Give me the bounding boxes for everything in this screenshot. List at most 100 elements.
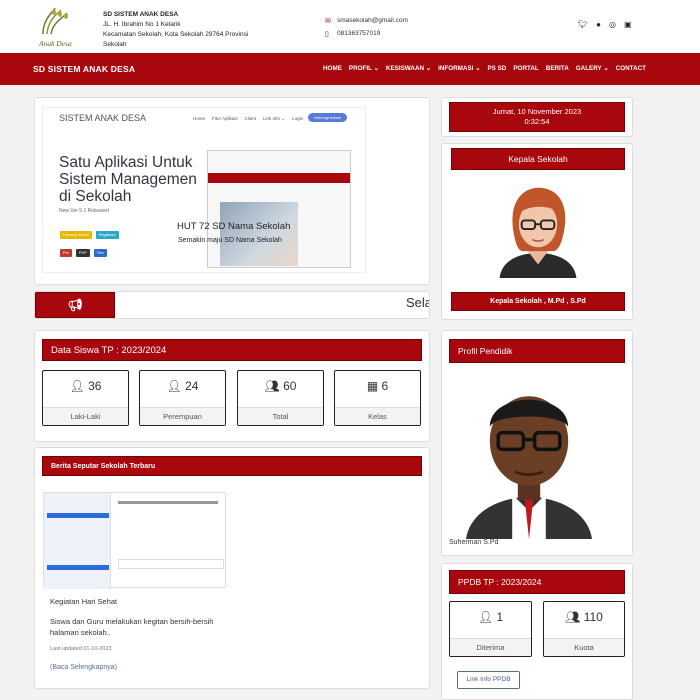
thumb-highlight [47, 565, 109, 570]
ppdb-stat-kuota: 👥︎ 110 Kuota [543, 601, 625, 657]
nav-item-home[interactable]: HOME [323, 65, 342, 72]
slide-caption-title: HUT 72 SD Nama Sekolah [177, 221, 291, 232]
stat-value: 36 [88, 379, 102, 393]
slide-nav: Home Fitur Aplikasi Client Link Info ⌄ L… [193, 116, 303, 122]
stat-value: 60 [283, 379, 297, 393]
principal-name: Kepala Sekolah , M.Pd , S.Pd [451, 292, 625, 311]
ticker-label: 📢︎ [35, 292, 115, 318]
users-icon: 👥︎ [264, 379, 280, 393]
slide-headline: Satu Aplikasi Untuk Sistem Managemen di … [59, 154, 197, 205]
slide-chip: Flex [93, 249, 107, 257]
nav-item-berita[interactable]: BERITA [546, 65, 569, 72]
principal-avatar [499, 187, 577, 278]
nav-item-portal[interactable]: PORTAL [513, 65, 538, 72]
time-text: 0:32:54 [524, 117, 550, 126]
school-info: SD SISTEM ANAK DESA JL. H. Ibrahim No 1 … [103, 10, 273, 50]
clock-display: Jumat, 10 November 2023 0:32:54 [449, 102, 625, 132]
address-line: Sekolah [103, 41, 127, 48]
preview-photo [220, 202, 298, 266]
ticker-text: Sela [406, 295, 430, 310]
ppdb-title: PPDB TP : 2023/2024 [449, 570, 625, 594]
preview-navbar [208, 173, 350, 183]
main-navbar: SD SISTEM ANAK DESA HOME PROFIL ⌄ KESISW… [0, 53, 700, 85]
stat-value: 1 [496, 610, 504, 624]
male-user-icon: 👤︎ [69, 379, 85, 393]
user-plus-icon: 👤︎ [477, 610, 494, 624]
stat-label: Total [238, 407, 323, 425]
slide-preview-screenshot [207, 150, 351, 268]
users-icon: 👥︎ [565, 610, 581, 624]
thumb-sidebar [44, 493, 111, 589]
nav-item-informasi[interactable]: INFORMASI ⌄ [438, 65, 480, 72]
linkedin-icon[interactable]: ▣ [624, 20, 632, 29]
address-line: Kecamatan Sekolah, Kota Sekolah 29764 Pr… [103, 31, 249, 38]
stat-label: Kelas [335, 407, 420, 425]
news-item-excerpt: Siswa dan Guru melakukan kegitan bersih-… [50, 616, 213, 638]
ppdb-info-link-button[interactable]: Link Info PPDB [457, 671, 520, 689]
email-link[interactable]: smasekolah@gmail.com [337, 17, 408, 24]
slide-contact-button: Hubungi Admin [308, 113, 348, 122]
phone-number: 081363757019 [337, 30, 381, 37]
nav-item-ps-sd[interactable]: PS SD [487, 65, 506, 72]
nav-item-galery[interactable]: GALERY ⌄ [576, 65, 609, 72]
news-thumbnail[interactable] [43, 492, 226, 589]
social-links: 🐦︎ ● ◎ ▣ [578, 20, 632, 29]
stat-label: Laki-Laki [43, 407, 128, 425]
contact-info: ✉ smasekolah@gmail.com ▯ 081363757019 [325, 14, 408, 40]
news-item-date: Last updated 01-10-2023 [50, 646, 112, 652]
nav-item-kesiswaan[interactable]: KESISWAAN ⌄ [386, 65, 431, 72]
stat-kelas: ▦ 6 Kelas [334, 370, 421, 426]
megaphone-icon: 📢︎ [67, 298, 83, 312]
slide-nav-item: Client [244, 116, 257, 121]
twitter-icon[interactable]: 🐦︎ [578, 20, 588, 29]
image-slider[interactable]: SISTEM ANAK DESA Home Fitur Aplikasi Cli… [42, 107, 366, 273]
slide-chip: Pro [60, 249, 72, 257]
stat-label: Perempuan [140, 407, 225, 425]
slide-chip: Hubungi Admin [60, 231, 92, 239]
stat-value: 110 [583, 610, 603, 624]
nav-brand[interactable]: SD SISTEM ANAK DESA [33, 64, 135, 74]
thumb-heading [118, 501, 218, 504]
phone-icon: ▯ [325, 30, 329, 38]
teacher-name: Suherman S.Pd [449, 539, 499, 546]
nav-item-profil[interactable]: PROFIL ⌄ [349, 65, 379, 72]
facebook-icon[interactable]: ● [596, 20, 601, 29]
ppdb-stat-diterima: 👤︎ 1 Diterima [449, 601, 532, 657]
slide-chip: Registrasi [95, 231, 119, 239]
slide-nav-item: Login [292, 116, 304, 121]
date-text: Jumat, 10 November 2023 [492, 107, 582, 116]
student-data-title: Data Siswa TP : 2023/2024 [42, 339, 422, 361]
female-user-icon: 👤︎ [166, 379, 182, 393]
slide-chips: Pro PHP Flex [60, 249, 107, 257]
news-ticker: 📢︎ Sela [34, 291, 430, 319]
top-info-bar: Anak Desa SD SISTEM ANAK DESA JL. H. Ibr… [0, 0, 700, 53]
news-title: Berita Seputar Sekolah Terbaru [42, 456, 422, 476]
slide-nav-item: Home [193, 116, 206, 121]
thumb-highlight [47, 513, 109, 518]
principal-card: Kepala Sekolah Kepala Sekolah , M.Pd , S… [441, 143, 633, 320]
svg-text:Anak Desa: Anak Desa [38, 39, 72, 48]
stat-value: 6 [381, 379, 389, 393]
stat-value: 24 [185, 379, 199, 393]
nav-item-contact[interactable]: CONTACT [616, 65, 646, 72]
news-item-title[interactable]: Kegiatan Hari Sehat [50, 597, 117, 606]
stat-label: Kuota [544, 638, 624, 656]
teacher-profile-title: Profil Pendidik [449, 339, 625, 363]
address-line: JL. H. Ibrahim No 1 Kelarik [103, 21, 181, 28]
excerpt-line: Siswa dan Guru melakukan kegitan bersih-… [50, 617, 214, 626]
teacher-profile-card: Profil Pendidik Suherman S.Pd [441, 330, 633, 556]
stat-total: 👥︎ 60 Total [237, 370, 324, 426]
school-logo: Anak Desa [38, 7, 72, 48]
slide-nav-item: Fitur Aplikasi [212, 116, 238, 121]
teacher-avatar [466, 396, 592, 539]
slide-version: New Ver 5.1 Released [59, 208, 109, 214]
principal-title: Kepala Sekolah [451, 148, 625, 170]
school-name: SD SISTEM ANAK DESA [103, 11, 179, 18]
envelope-icon: ✉ [325, 17, 331, 25]
read-more-link[interactable]: (Baca Selengkapnya) [50, 664, 117, 671]
stat-perempuan: 👤︎ 24 Perempuan [139, 370, 226, 426]
instagram-icon[interactable]: ◎ [609, 20, 616, 29]
excerpt-line: halaman sekolah.. [50, 628, 111, 637]
stat-laki-laki: 👤︎ 36 Laki-Laki [42, 370, 129, 426]
slide-nav-item: Link Info ⌄ [263, 116, 286, 121]
